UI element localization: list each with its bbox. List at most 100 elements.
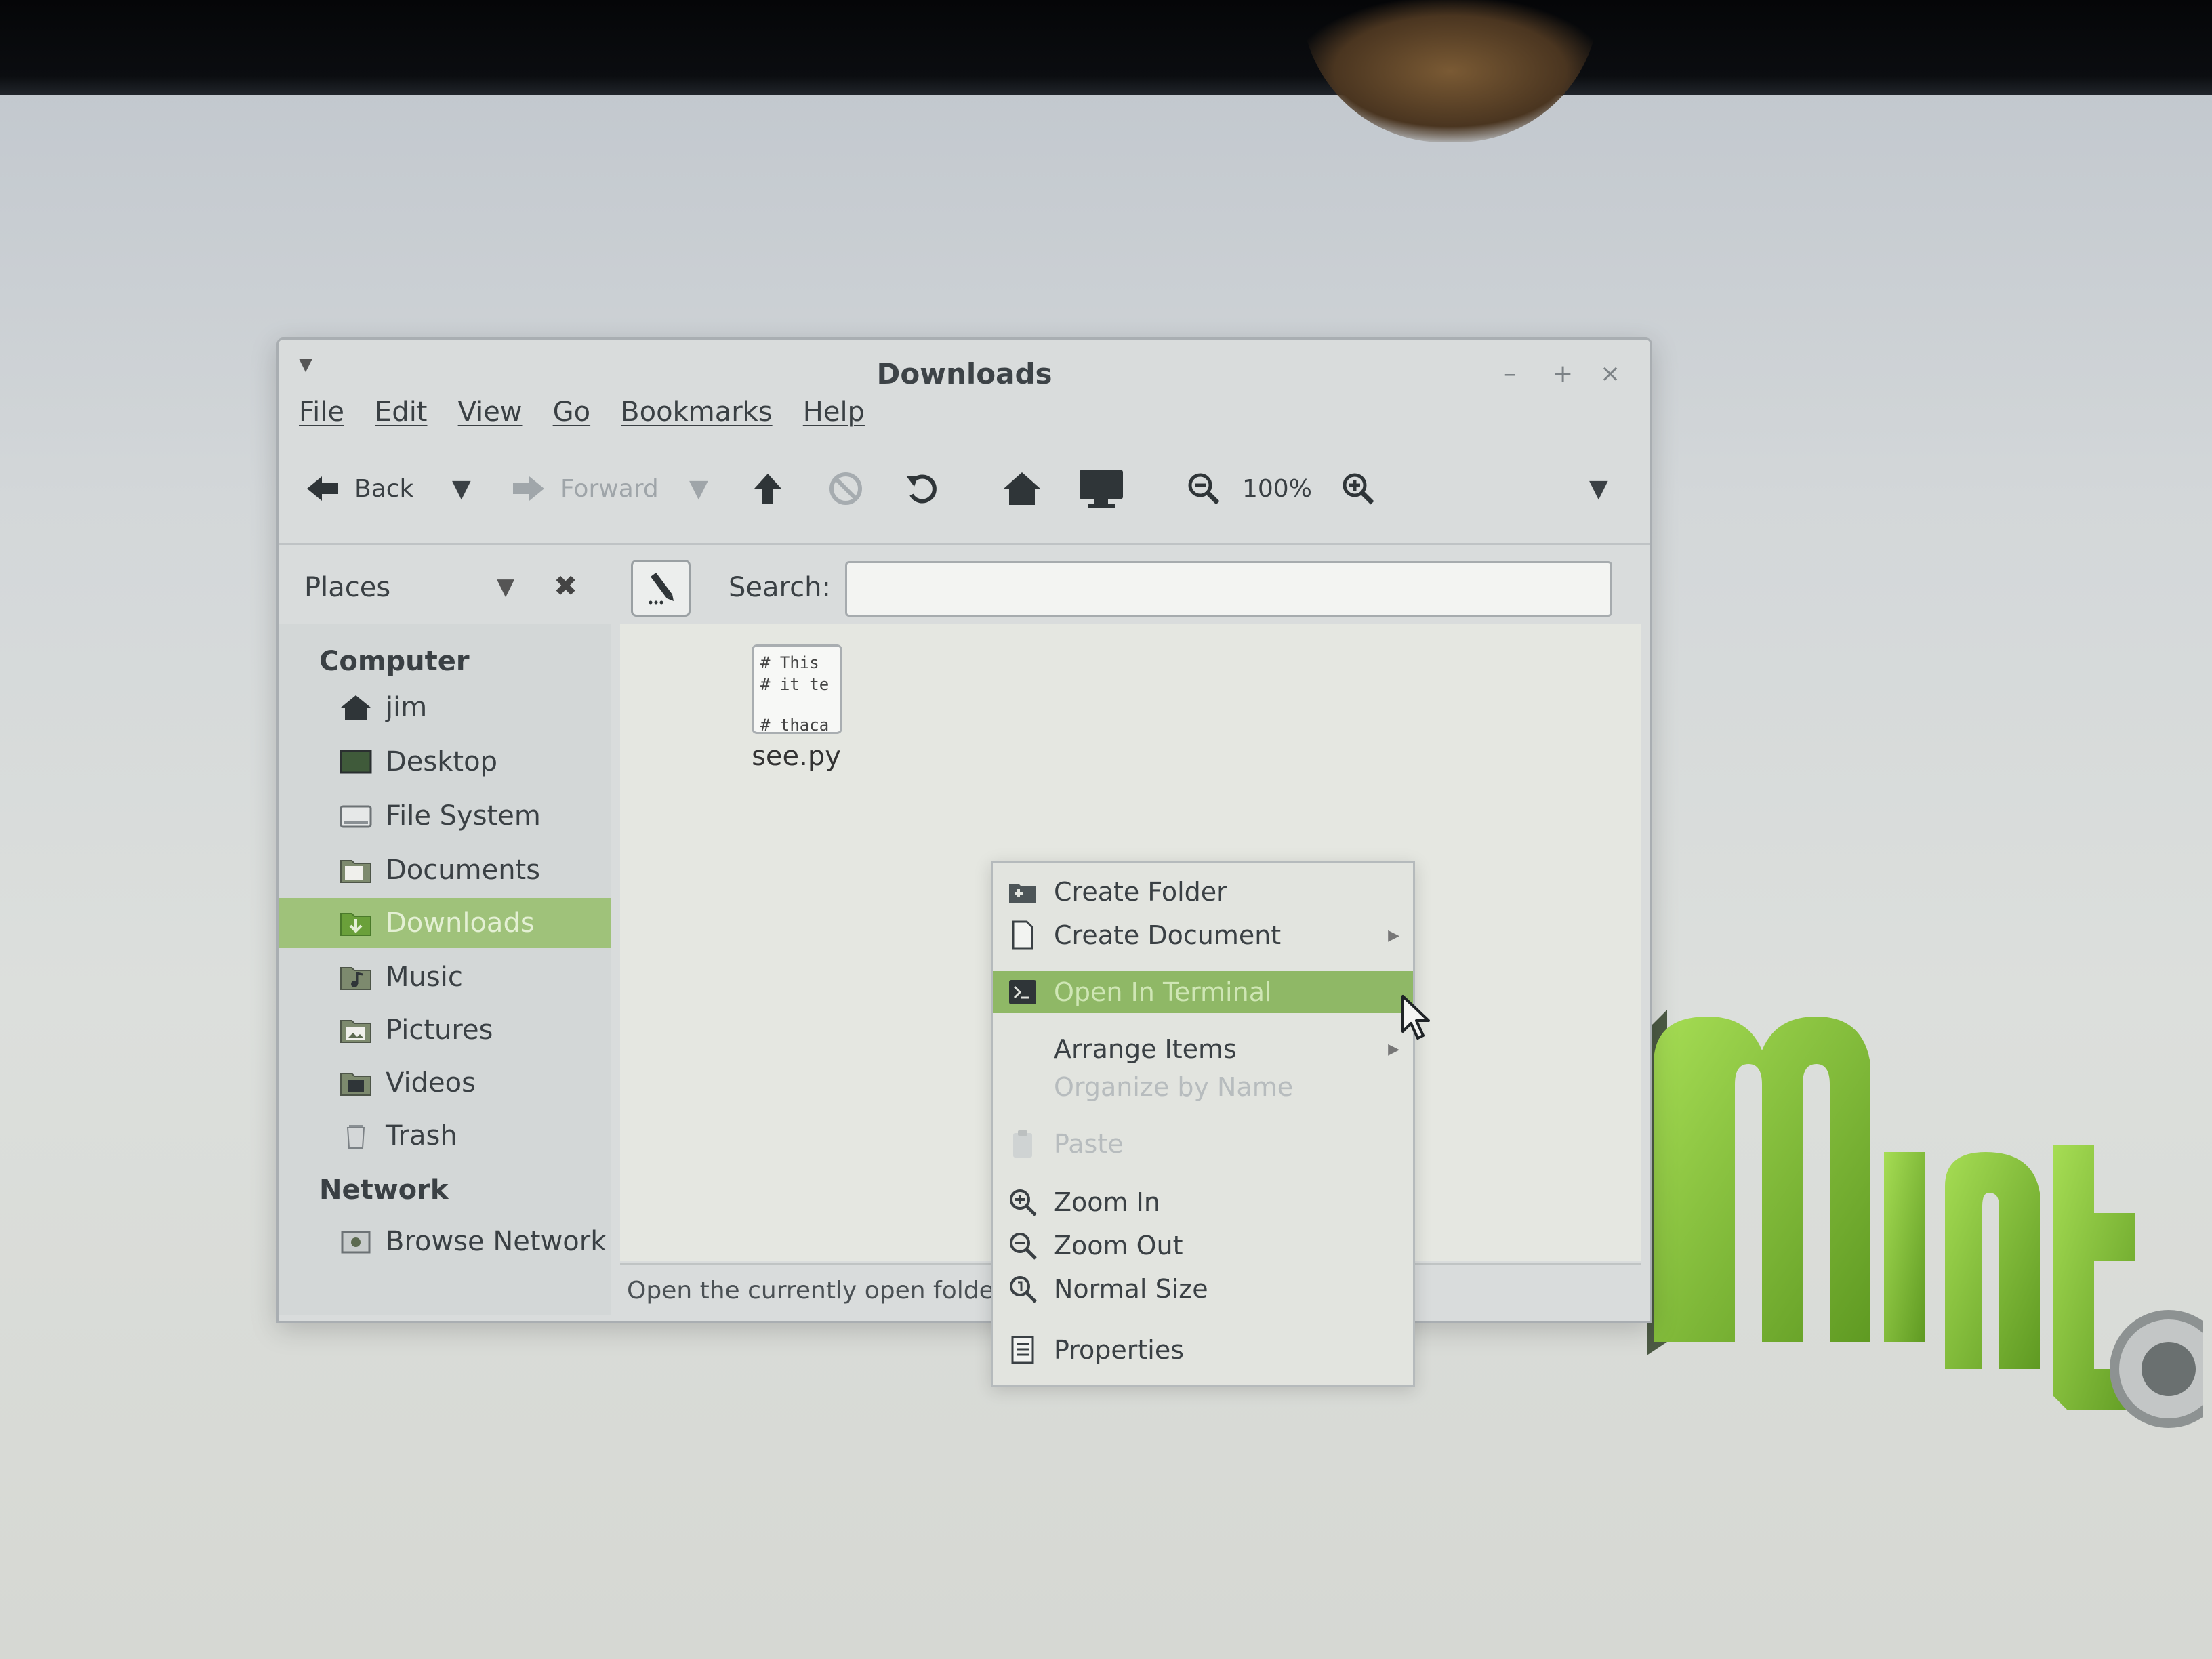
monitor-bezel (0, 0, 2212, 95)
back-arrow-icon (307, 476, 338, 501)
menu-item-label: Zoom Out (1054, 1231, 1183, 1261)
file-name[interactable]: see.py (729, 741, 864, 772)
mouse-pointer-icon (1401, 995, 1430, 1040)
stop-button[interactable] (829, 455, 863, 523)
terminal-icon (1009, 980, 1036, 1004)
reload-icon (906, 474, 937, 504)
new-document-icon (1012, 920, 1033, 950)
sidebar-item-label: Music (386, 962, 463, 993)
pencil-icon (649, 573, 674, 605)
maximize-button[interactable]: + (1553, 360, 1573, 388)
reload-button[interactable] (905, 455, 941, 523)
menu-go[interactable]: Go (553, 396, 590, 428)
sidebar-item-browse-network[interactable]: Browse Network (279, 1216, 611, 1267)
menu-item-label: Create Folder (1054, 877, 1227, 907)
sidebar-item-videos[interactable]: Videos (279, 1058, 611, 1108)
sidebar-item-label: Trash (386, 1120, 457, 1151)
home-button[interactable] (1002, 455, 1042, 523)
menu-item-organize-by-name[interactable]: Organize by Name (993, 1066, 1413, 1108)
sidebar-item-documents[interactable]: Documents (279, 845, 611, 895)
sidebar-item-trash[interactable]: Trash (279, 1111, 611, 1161)
menu-file[interactable]: File (299, 396, 344, 428)
menu-edit[interactable]: Edit (375, 396, 427, 428)
back-label: Back (354, 474, 414, 503)
chevron-down-icon: ▼ (1589, 474, 1608, 503)
zoom-reset-icon (1010, 1276, 1037, 1303)
monitor-icon (1080, 470, 1123, 508)
forward-button[interactable]: Forward (512, 455, 659, 523)
folder-download-icon (340, 913, 371, 936)
back-history-dropdown[interactable]: ▼ (452, 455, 471, 523)
linux-mint-logo (1647, 1010, 2203, 1428)
title-bar[interactable]: ▼ Downloads – + × (279, 340, 1650, 390)
forward-label: Forward (560, 474, 659, 503)
submenu-arrow-icon: ▶ (1388, 1040, 1399, 1058)
sidebar-item-label: Browse Network (386, 1226, 607, 1257)
search-label: Search: (729, 572, 831, 603)
forward-history-dropdown[interactable]: ▼ (689, 455, 708, 523)
trash-icon (346, 1125, 365, 1149)
new-folder-icon (1009, 884, 1036, 903)
sidebar-item-jim[interactable]: jim (279, 682, 611, 733)
sidebar-item-downloads[interactable]: Downloads (279, 898, 611, 948)
properties-icon (1011, 1336, 1034, 1364)
menu-item-label: Zoom In (1054, 1187, 1160, 1217)
sidebar-item-music[interactable]: Music (279, 952, 611, 1002)
toggle-location-entry-button[interactable] (631, 560, 691, 617)
close-button[interactable]: × (1600, 360, 1620, 388)
menu-item-label: Create Document (1054, 920, 1282, 950)
menu-item-create-folder[interactable]: Create Folder (993, 871, 1413, 913)
close-side-pane-icon[interactable]: ✖ (554, 569, 577, 602)
submenu-arrow-icon: ▶ (1388, 926, 1399, 944)
zoom-out-icon (1188, 473, 1220, 505)
menu-item-zoom-out[interactable]: Zoom Out (993, 1225, 1413, 1267)
places-sidebar: Computer jim Desktop File System Documen… (279, 624, 611, 1315)
context-menu: Create Folder Create Document ▶ Open In … (991, 861, 1415, 1387)
menu-item-label: Open In Terminal (1054, 977, 1272, 1007)
chevron-down-icon[interactable]: ▼ (497, 573, 514, 600)
sidebar-item-file-system[interactable]: File System (279, 791, 611, 841)
menu-help[interactable]: Help (803, 396, 865, 428)
forward-arrow-icon (513, 476, 544, 501)
folder-pictures-icon (340, 1020, 371, 1043)
toolbar-overflow-button[interactable]: ▼ (1589, 455, 1608, 523)
paste-icon (1013, 1130, 1032, 1158)
sidebar-item-label: Documents (386, 855, 541, 886)
menu-item-arrange-items[interactable]: Arrange Items ▶ (993, 1028, 1413, 1070)
sidebar-item-label: Downloads (386, 907, 535, 939)
section-computer: Computer (319, 646, 470, 677)
sidebar-item-label: Pictures (386, 1015, 493, 1046)
menu-item-label: Normal Size (1054, 1274, 1208, 1304)
sidebar-item-desktop[interactable]: Desktop (279, 737, 611, 787)
zoom-out-button[interactable] (1187, 455, 1221, 523)
sidebar-item-label: jim (386, 692, 428, 723)
menu-item-label: Paste (1054, 1129, 1124, 1159)
desktop-icon (340, 750, 372, 774)
stop-icon (830, 472, 862, 505)
sidebar-item-pictures[interactable]: Pictures (279, 1005, 611, 1055)
minimize-button[interactable]: – (1504, 360, 1516, 388)
python-file-icon[interactable]: # This # it te # thaca (752, 644, 842, 734)
side-pane-selector[interactable]: Places (304, 572, 390, 603)
menu-item-create-document[interactable]: Create Document ▶ (993, 914, 1413, 956)
zoom-in-button[interactable] (1341, 455, 1375, 523)
menu-bookmarks[interactable]: Bookmarks (621, 396, 772, 428)
menu-item-paste[interactable]: Paste (993, 1123, 1413, 1165)
chevron-down-icon: ▼ (689, 474, 708, 503)
menu-item-open-in-terminal[interactable]: Open In Terminal (993, 971, 1413, 1013)
computer-button[interactable] (1078, 455, 1124, 523)
menu-item-label: Organize by Name (1054, 1072, 1294, 1102)
toolbar: Back ▼ Forward ▼ 100% ▼ (279, 455, 1650, 529)
up-button[interactable] (753, 455, 783, 523)
search-input[interactable] (845, 561, 1612, 617)
menu-item-normal-size[interactable]: Normal Size (993, 1268, 1413, 1310)
menu-item-zoom-in[interactable]: Zoom In (993, 1181, 1413, 1223)
menu-item-label: Arrange Items (1054, 1034, 1237, 1064)
location-bar: Places ▼ ✖ Search: (279, 543, 1650, 626)
menu-item-properties[interactable]: Properties (993, 1329, 1413, 1371)
back-button[interactable]: Back (306, 455, 413, 523)
zoom-level[interactable]: 100% (1242, 455, 1312, 523)
folder-videos-icon (340, 1073, 371, 1096)
zoom-in-icon (1010, 1189, 1037, 1216)
menu-view[interactable]: View (458, 396, 523, 428)
